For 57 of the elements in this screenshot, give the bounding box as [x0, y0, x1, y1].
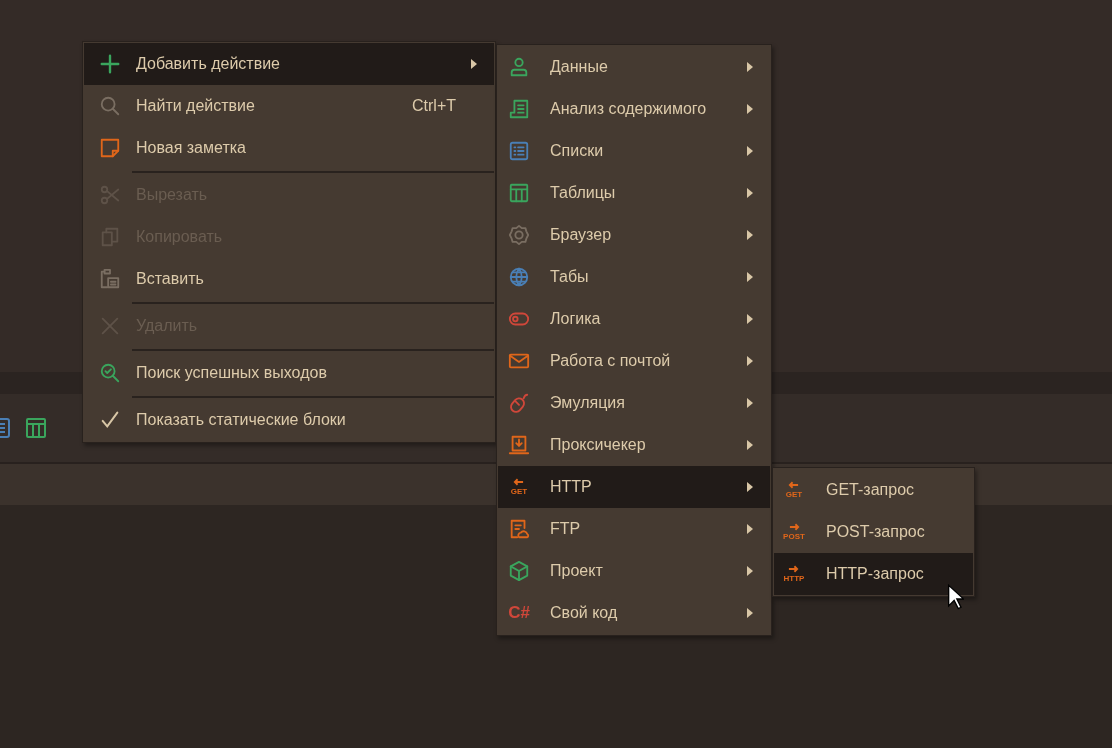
menu-item[interactable]: C# Свой код: [498, 592, 770, 634]
submenu-arrow-icon: [747, 62, 753, 72]
shortcut-label: Ctrl+T: [412, 97, 456, 115]
scissors-icon: [99, 184, 121, 206]
person-icon: [508, 56, 530, 78]
close-icon: [99, 315, 121, 337]
submenu-arrow-icon: [747, 524, 753, 534]
plus-icon: [99, 53, 121, 75]
cube-icon: [508, 560, 530, 582]
submenu-arrow-icon: [747, 146, 753, 156]
submenu-arrow-icon: [747, 230, 753, 240]
submenu-arrow-icon: [747, 314, 753, 324]
menu-item[interactable]: Найти действие Ctrl+T: [84, 85, 494, 127]
clipboard-icon: [99, 268, 121, 290]
laptop-download-icon: [508, 434, 530, 456]
cloud-document-icon: [508, 518, 530, 540]
search-check-icon: [99, 362, 121, 384]
menu-item[interactable]: Табы: [498, 256, 770, 298]
mouse-icon: [508, 392, 530, 414]
menu-item[interactable]: Эмуляция: [498, 382, 770, 424]
menu-item[interactable]: Показать статические блоки: [84, 399, 494, 441]
submenu-arrow-icon: [747, 482, 753, 492]
submenu-arrow-icon: [471, 59, 477, 69]
submenu-arrow-icon: [747, 566, 753, 576]
submenu-arrow-icon: [747, 104, 753, 114]
menu-item[interactable]: Проект: [498, 550, 770, 592]
menu-item[interactable]: Проксичекер: [498, 424, 770, 466]
menu-item[interactable]: Логика: [498, 298, 770, 340]
menu-item[interactable]: Таблицы: [498, 172, 770, 214]
menu-item[interactable]: Браузер: [498, 214, 770, 256]
submenu-arrow-icon: [747, 272, 753, 282]
document-icon: [508, 98, 530, 120]
menu-item[interactable]: Работа с почтой: [498, 340, 770, 382]
menu-item[interactable]: GET HTTP: [498, 466, 770, 508]
list-icon: [508, 140, 530, 162]
table-icon: [508, 182, 530, 204]
submenu-arrow-icon: [747, 356, 753, 366]
code-icon: C#: [508, 603, 530, 623]
cursor-icon: [947, 584, 964, 610]
copy-icon: [99, 226, 121, 248]
submenu-arrow-icon: [747, 608, 753, 618]
gear-icon: [508, 224, 530, 246]
table-icon[interactable]: [24, 416, 48, 440]
search-icon: [99, 95, 121, 117]
menu-item[interactable]: POST POST-запрос: [774, 511, 973, 553]
menu-item[interactable]: Данные: [498, 46, 770, 88]
menu-item[interactable]: Списки: [498, 130, 770, 172]
note-icon: [99, 137, 121, 159]
menu-item[interactable]: HTTP HTTP-запрос: [774, 553, 973, 595]
globe-icon: [508, 266, 530, 288]
submenu-arrow-icon: [747, 188, 753, 198]
submenu-arrow-icon: [747, 398, 753, 408]
menu-item[interactable]: Добавить действие: [84, 43, 494, 85]
menu-item[interactable]: GET GET-запрос: [774, 469, 973, 511]
menu-item[interactable]: Анализ содержимого: [498, 88, 770, 130]
submenu-arrow-icon: [747, 440, 753, 450]
menu-item[interactable]: FTP: [498, 508, 770, 550]
